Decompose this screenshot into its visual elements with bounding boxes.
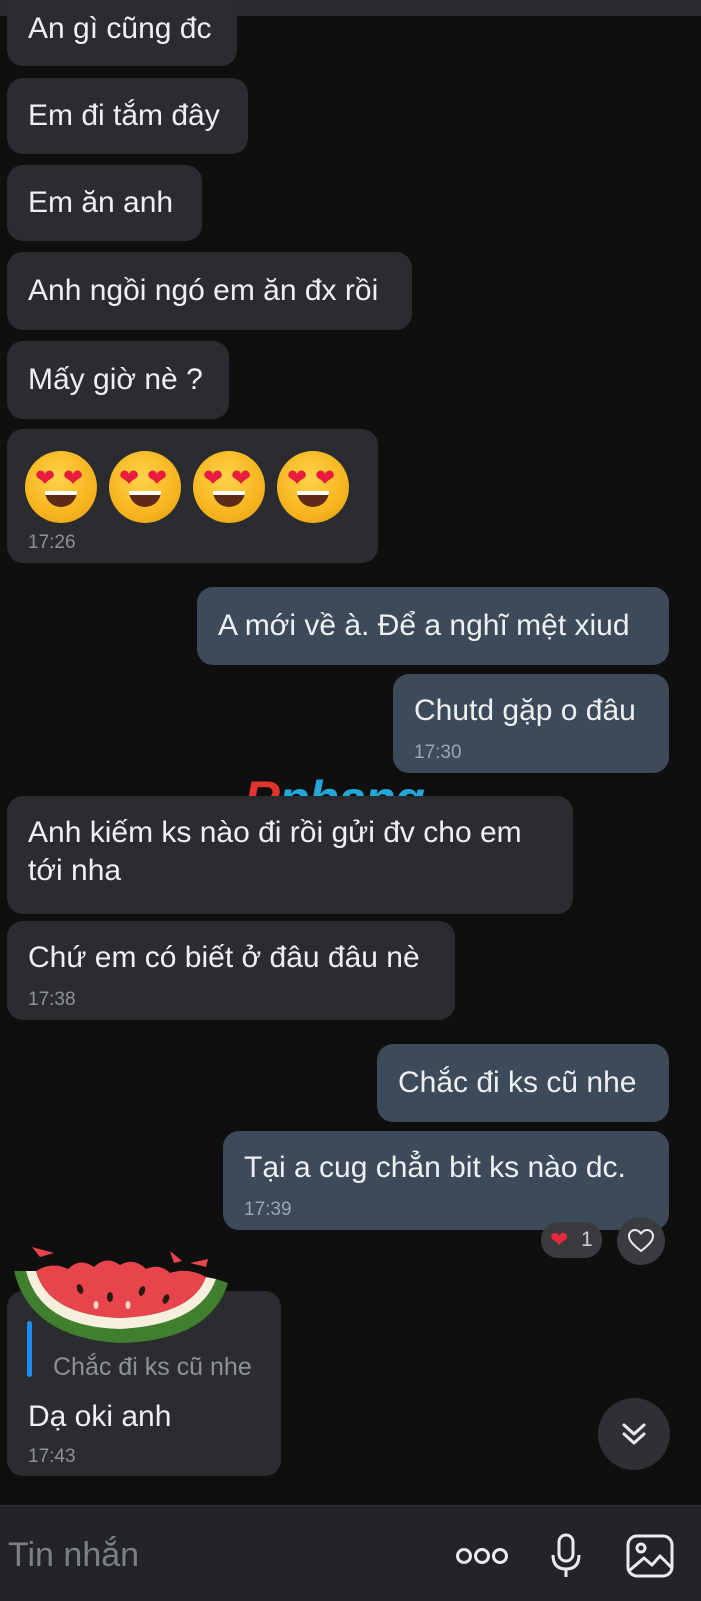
microphone-icon — [551, 1533, 581, 1577]
double-chevron-down-icon — [622, 1423, 646, 1445]
message-text-line: Anh kiếm ks nào đi rồi gửi đv cho em — [28, 816, 522, 849]
message-input[interactable]: Tin nhắn — [8, 1536, 139, 1575]
message-text: Mấy giờ nè ? — [28, 363, 203, 396]
message-time: 17:30 — [414, 742, 462, 763]
message-text: Chutd gặp o đâu — [414, 694, 636, 727]
message-text: Chứ em có biết ở đâu đâu nè — [28, 941, 420, 974]
message-text: An gì cũng đc — [28, 12, 212, 45]
heart-reaction-badge[interactable]: ❤ 1 — [541, 1222, 602, 1258]
message-text: A mới về à. Để a nghĩ mệt xiud — [218, 609, 630, 642]
message-bubble[interactable]: Em ăn anh — [7, 165, 202, 241]
message-bubble[interactable]: Chứ em có biết ở đâu đâu nè 17:38 — [7, 921, 455, 1020]
heart-eyes-emoji-icon: ❤ ❤ — [277, 451, 349, 523]
watermelon-sticker — [14, 1247, 228, 1343]
message-bubble[interactable]: A mới về à. Để a nghĩ mệt xiud — [197, 587, 669, 665]
scroll-to-bottom-button[interactable] — [598, 1398, 670, 1470]
image-gallery-icon — [626, 1534, 674, 1578]
message-text: Em đi tắm đây — [28, 99, 220, 132]
heart-eyes-emoji-icon: ❤ ❤ — [25, 451, 97, 523]
message-bubble[interactable]: Mấy giờ nè ? — [7, 341, 229, 419]
message-bubble[interactable]: Tại a cug chẳn bit ks nào dc. 17:39 — [223, 1131, 669, 1230]
message-text: Dạ oki anh — [28, 1400, 172, 1433]
quoted-text: Chắc đi ks cũ nhe — [53, 1353, 252, 1381]
message-text: Chắc đi ks cũ nhe — [398, 1066, 637, 1099]
message-time: 17:39 — [244, 1199, 292, 1220]
message-bubble[interactable]: Anh ngồi ngó em ăn đx rồi — [7, 252, 412, 330]
message-time: 17:26 — [28, 532, 76, 553]
message-time: 17:38 — [28, 989, 76, 1010]
more-dots-icon — [456, 1548, 508, 1564]
heart-eyes-emoji-icon: ❤ ❤ — [109, 451, 181, 523]
message-text: Em ăn anh — [28, 186, 174, 219]
emoji-message-bubble[interactable]: ❤ ❤ ❤ ❤ ❤ ❤ ❤ ❤ 17:26 — [7, 429, 378, 563]
react-heart-button[interactable] — [617, 1217, 665, 1265]
message-text-line: tới nha — [28, 854, 122, 887]
message-text: Tại a cug chẳn bit ks nào dc. — [244, 1151, 626, 1184]
more-options-button[interactable] — [455, 1531, 509, 1581]
message-input-bar: Tin nhắn — [0, 1505, 701, 1601]
message-text: Anh ngồi ngó em ăn đx rồi — [28, 274, 379, 307]
message-bubble[interactable]: Anh kiếm ks nào đi rồi gửi đv cho em tới… — [7, 796, 573, 914]
heart-outline-icon — [628, 1229, 654, 1253]
message-bubble[interactable]: Chutd gặp o đâu 17:30 — [393, 674, 669, 773]
message-bubble[interactable]: An gì cũng đc — [7, 0, 237, 66]
send-image-button[interactable] — [623, 1531, 677, 1581]
message-time: 17:43 — [28, 1446, 76, 1467]
reaction-count: 1 — [581, 1228, 593, 1251]
message-bubble[interactable]: Em đi tắm đây — [7, 78, 248, 154]
message-bubble[interactable]: Chắc đi ks cũ nhe — [377, 1044, 669, 1122]
heart-icon: ❤ — [550, 1227, 569, 1252]
voice-message-button[interactable] — [541, 1531, 591, 1581]
heart-eyes-emoji-icon: ❤ ❤ — [193, 451, 265, 523]
